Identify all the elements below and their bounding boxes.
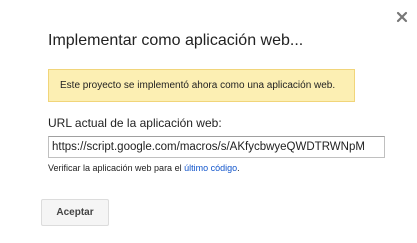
url-label: URL actual de la aplicación web: [48, 116, 222, 130]
web-app-url-field[interactable] [48, 136, 385, 158]
latest-code-link[interactable]: último código [184, 163, 237, 173]
verify-suffix: . [237, 163, 240, 173]
deploy-dialog: Implementar como aplicación web... Este … [0, 0, 417, 243]
close-icon[interactable] [394, 9, 410, 25]
verify-text: Verificar la aplicación web para el últi… [48, 163, 240, 173]
verify-prefix: Verificar la aplicación web para el [48, 163, 185, 173]
dialog-title: Implementar como aplicación web... [48, 32, 304, 49]
accept-button[interactable]: Aceptar [41, 199, 109, 226]
deploy-notice: Este proyecto se implementó ahora como u… [48, 69, 355, 102]
